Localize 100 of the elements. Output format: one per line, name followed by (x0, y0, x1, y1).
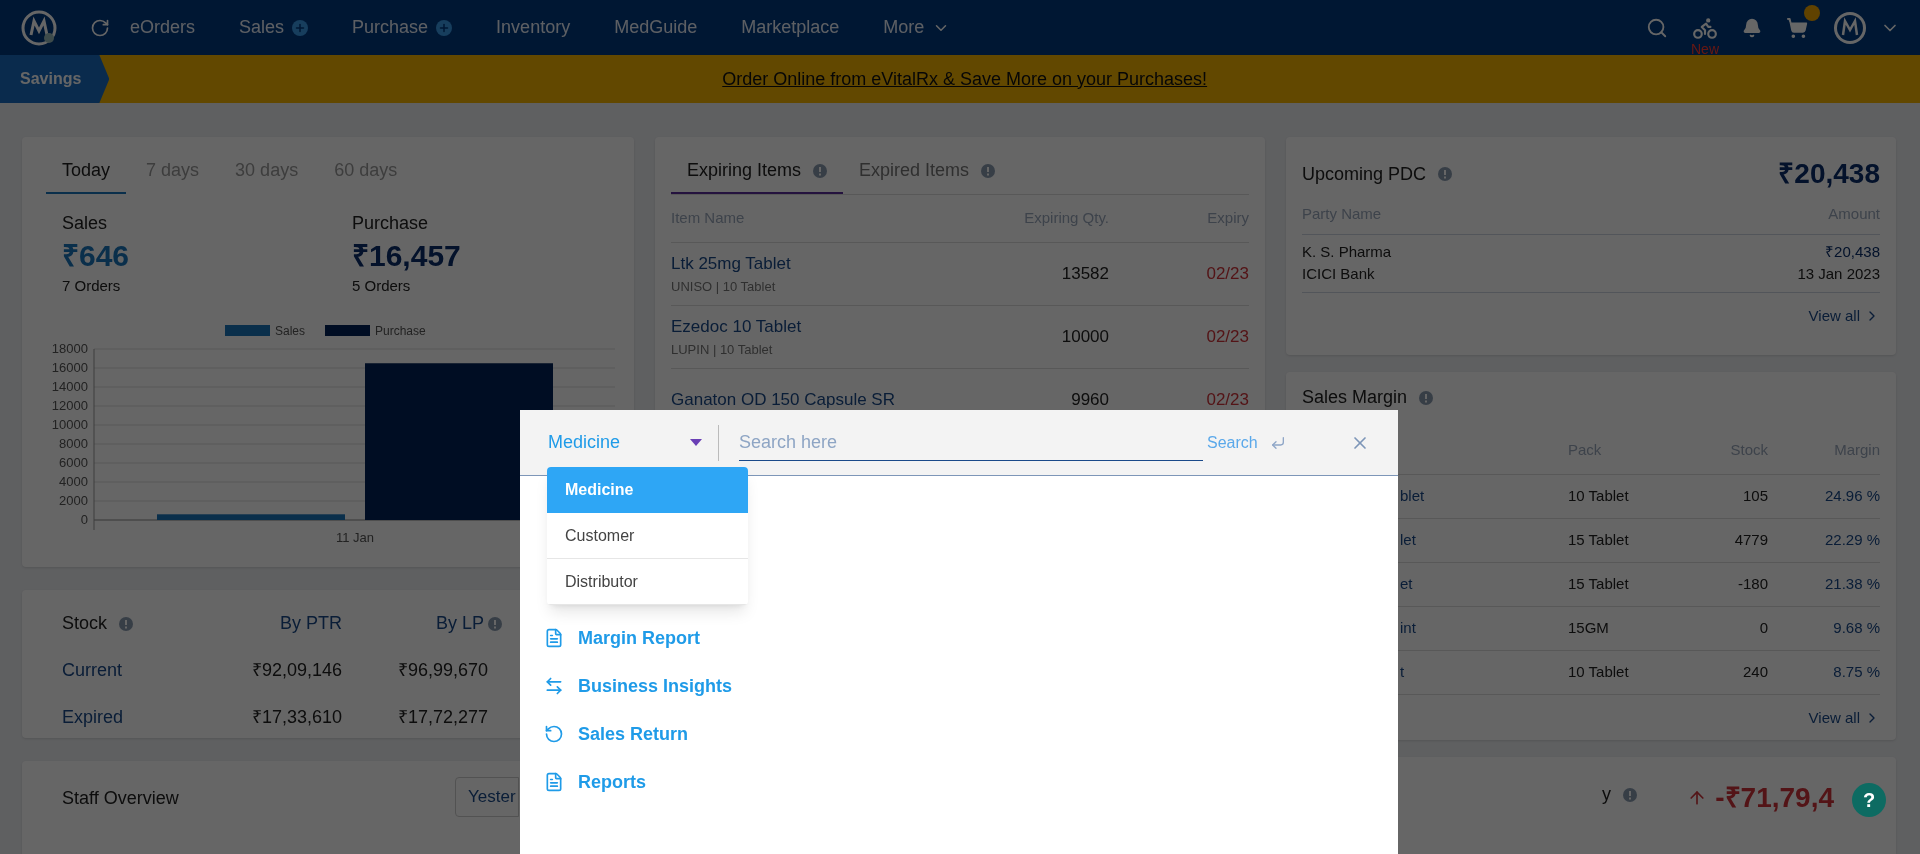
nav-link[interactable]: MedGuide (614, 14, 698, 41)
search-button[interactable]: Search (1207, 430, 1258, 455)
arrows-swap-icon (544, 676, 564, 696)
table-cell-text: ₹17,33,610 (250, 706, 342, 729)
dropdown-option[interactable]: Medicine (547, 467, 748, 513)
axis-tick-label: 4000 (59, 474, 88, 489)
table-cell-text: 9960 (1070, 388, 1109, 411)
undo-icon (544, 724, 564, 744)
table-cell-text: 10 Tablet (1568, 661, 1630, 682)
card-title: y (1602, 783, 1611, 806)
total-amount: ₹20,438 (1778, 157, 1880, 191)
payment-amount: ₹20,438 (1825, 241, 1880, 262)
card-title: Stock (62, 612, 108, 635)
avatar-icon[interactable] (1832, 9, 1868, 46)
table-cell-text: 4779 (1733, 529, 1768, 550)
expiry-date: 02/23 (1205, 388, 1249, 411)
dropdown-option[interactable]: Distributor (547, 559, 748, 605)
card-title: Upcoming PDC (1302, 162, 1427, 186)
stat-amount: ₹646 (62, 238, 131, 274)
view-all-link[interactable]: View all (1808, 304, 1860, 327)
dropdown-option[interactable]: Customer (547, 513, 748, 559)
nav-link[interactable]: Sales (239, 14, 285, 41)
cart-icon[interactable] (1786, 16, 1808, 39)
enter-icon (1269, 434, 1286, 451)
legend-item: Purchase (325, 324, 426, 338)
info-icon (813, 163, 828, 178)
axis-tick-label: 14000 (51, 379, 88, 394)
expiry-date: 02/23 (1205, 325, 1249, 348)
row-label[interactable]: Current (62, 657, 182, 684)
margin-value: 21.38 % (1823, 573, 1880, 594)
stat-label: Sales (62, 212, 109, 235)
promo-link[interactable]: Order Online from eVitalRx & Save More on your Purchases! (722, 65, 1308, 93)
axis-tick-label: 2000 (59, 493, 88, 508)
legend-label: Purchase (375, 324, 427, 338)
expiry-date: 02/23 (1205, 262, 1249, 285)
item-name-link[interactable]: Ganaton OD 150 Capsule SR (671, 386, 969, 413)
order-count: 5 Orders (352, 275, 412, 296)
document-icon (544, 628, 564, 648)
axis-tick-label: 8000 (59, 436, 88, 451)
refresh-icon[interactable] (90, 17, 110, 38)
margin-value: 24.96 % (1823, 485, 1880, 506)
row-label[interactable]: Expired (62, 704, 182, 731)
card-title: Staff Overview (62, 787, 180, 810)
nav-link[interactable]: Inventory (496, 14, 571, 41)
info-icon (981, 163, 996, 178)
cart-badge (1804, 4, 1820, 21)
item-name-link[interactable]: t (1400, 660, 1568, 684)
table-cell-text: ₹92,09,146 (250, 659, 342, 682)
period-select[interactable]: Yester (455, 777, 519, 817)
column-header: By PTR (280, 612, 342, 635)
table-cell-text: 10 Tablet (1568, 485, 1630, 506)
table-cell-text: ₹96,99,670 (396, 659, 489, 682)
nav-link[interactable]: Purchase (352, 14, 429, 41)
axis-tick-label: 18000 (51, 341, 88, 356)
table-cell-text: 0 (1758, 617, 1768, 638)
table-cell-text: 10000 (1060, 325, 1109, 348)
item-name-link[interactable]: int (1400, 616, 1568, 640)
nav-link[interactable]: Marketplace (741, 14, 840, 41)
item-name-link[interactable]: et (1400, 572, 1568, 596)
axis-tick-label: 0 (80, 512, 88, 527)
item-name-link[interactable]: blet (1400, 484, 1568, 508)
order-count: 7 Orders (62, 275, 122, 296)
margin-value: 8.75 % (1832, 661, 1880, 682)
table-cell-text: 15 Tablet (1568, 529, 1630, 550)
axis-tick-label: 16000 (51, 360, 88, 375)
info-icon (119, 616, 134, 631)
table-cell-text: ₹17,72,277 (396, 706, 489, 729)
expiry-tab[interactable]: Expiring Items (671, 153, 844, 194)
item-name-link[interactable]: let (1400, 528, 1568, 552)
caret-down-icon (690, 439, 702, 446)
table-cell-text: 15GM (1568, 617, 1610, 638)
quick-link[interactable]: Sales Return (578, 720, 689, 748)
bank-name: ICICI Bank (1302, 264, 1376, 284)
profit-amount: -₹71,79,4 (1715, 781, 1834, 815)
payment-date: 13 Jan 2023 (1797, 264, 1880, 284)
axis-tick-label: 6000 (59, 455, 88, 470)
view-all-link[interactable]: View all (1808, 706, 1860, 729)
item-name-link[interactable]: Ezedoc 10 Tablet (671, 314, 969, 340)
document-icon (544, 772, 564, 792)
bell-icon[interactable] (1742, 17, 1762, 38)
quick-link[interactable]: Margin Report (578, 624, 700, 652)
logo-icon[interactable] (20, 8, 58, 47)
card-title: Sales Margin (1302, 386, 1408, 409)
quick-link[interactable]: Reports (578, 768, 646, 796)
quick-link[interactable]: Business Insights (578, 672, 733, 700)
info-icon (1419, 390, 1434, 405)
margin-value: 9.68 % (1832, 617, 1880, 638)
axis-tick-label: 12000 (51, 398, 88, 413)
table-cell-text: 105 (1741, 485, 1768, 506)
nav-link[interactable]: More (883, 14, 925, 41)
table-cell-text: 240 (1741, 661, 1768, 682)
legend-label: Sales (275, 324, 306, 338)
savings-tag: Savings (0, 55, 110, 103)
category-select[interactable]: Medicine (548, 429, 718, 456)
nav-link[interactable]: eOrders (130, 14, 196, 41)
search-icon[interactable] (1646, 16, 1668, 39)
item-name-link[interactable]: Ltk 25mg Tablet (671, 251, 969, 277)
margin-value: 22.29 % (1823, 529, 1880, 550)
legend-item: Sales (225, 324, 306, 338)
period-tab[interactable]: Today (46, 153, 127, 194)
